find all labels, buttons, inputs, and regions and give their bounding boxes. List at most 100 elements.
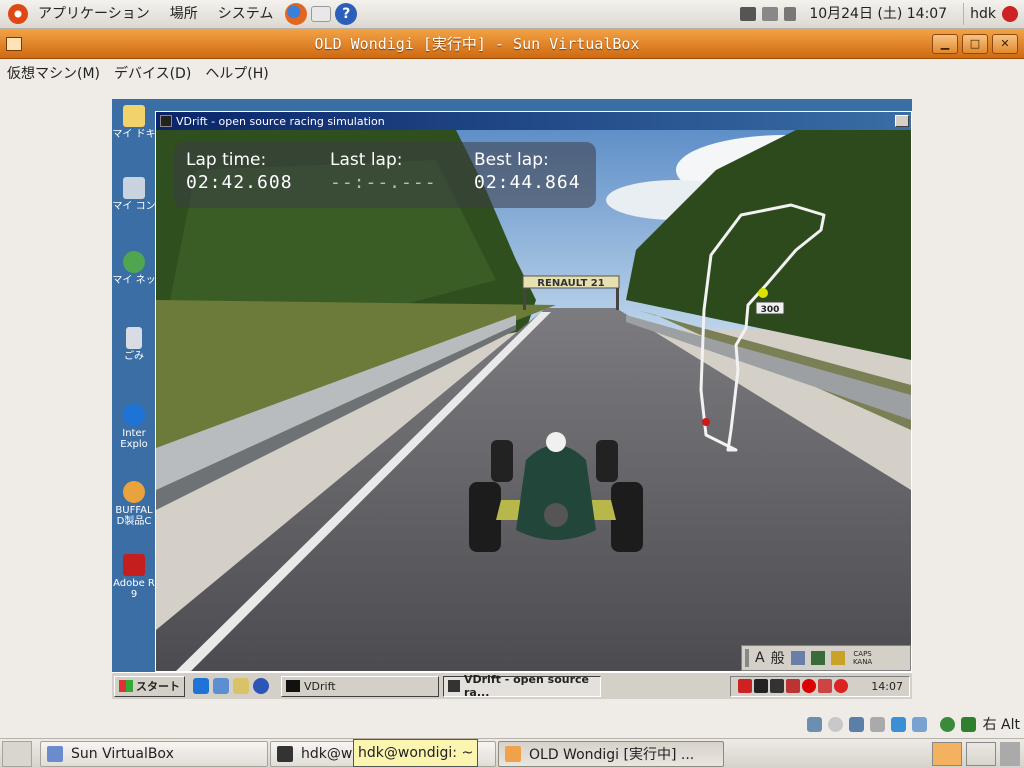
ubuntu-logo-icon[interactable] <box>8 4 28 24</box>
desktop-icon-adobe-reader[interactable]: Adobe R 9 <box>112 554 156 600</box>
battery-icon[interactable] <box>784 7 797 21</box>
tray-icon-4[interactable] <box>786 679 801 693</box>
trash-icon <box>126 327 142 349</box>
menu-machine[interactable]: 仮想マシン(M) <box>0 63 107 83</box>
guest-screen[interactable]: マイ ドキ マイ コン マイ ネッ ごみ Inter Explo BUFFAL … <box>112 99 912 699</box>
ime-help-icon[interactable] <box>830 651 845 665</box>
ime-tool-icon[interactable] <box>810 651 825 665</box>
game-viewport[interactable]: RENAULT 21 300 Lap time: 02:42.608 Last … <box>156 130 911 671</box>
desktop-icon-my-network[interactable]: マイ ネッ <box>112 251 156 286</box>
firefox-icon[interactable] <box>285 3 308 25</box>
ime-conversion-mode[interactable]: 般 <box>771 648 785 668</box>
outlook-quicklaunch-icon[interactable] <box>213 678 229 694</box>
menu-system[interactable]: システム <box>208 0 284 29</box>
taskbar-vdrift-console[interactable]: VDrift <box>281 675 439 697</box>
usb-icon[interactable] <box>869 716 885 732</box>
workspace-1[interactable] <box>932 741 962 766</box>
vdrift-window-icon[interactable] <box>160 115 172 127</box>
host-key-label: 右 Alt <box>982 717 1020 733</box>
vdrift-icon <box>448 680 460 692</box>
player-marker <box>758 288 768 298</box>
best-lap-value: 02:44.864 <box>474 172 581 193</box>
mail-icon[interactable] <box>311 6 332 22</box>
taskbar-old-wondigi[interactable]: OLD Wondigi [実行中] ... <box>498 740 724 767</box>
shared-folder-icon[interactable] <box>890 716 906 732</box>
desktop-quicklaunch-icon[interactable] <box>233 678 249 694</box>
computer-icon <box>123 177 145 199</box>
vdrift-window-title: VDrift - open source racing simulation <box>176 114 385 128</box>
workspace-switcher <box>928 741 1024 766</box>
gnome-top-panel: アプリケーション 場所 システム ? 10月24日 (土) 14:07 hdk <box>0 0 1024 29</box>
vbox-window-title: OLD Wondigi [実行中] - Sun VirtualBox <box>314 35 640 53</box>
adobe-icon <box>123 554 145 576</box>
vbox-window-icon[interactable] <box>6 36 22 51</box>
desktop-icon-internet-explorer[interactable]: Inter Explo <box>112 404 156 450</box>
maximize-button[interactable]: □ <box>962 33 988 54</box>
power-icon[interactable] <box>1002 6 1018 22</box>
clock[interactable]: 10月24日 (土) 14:07 <box>799 0 957 29</box>
hud-lap-time: Lap time: 02:42.608 <box>186 150 293 193</box>
ie-icon <box>123 404 145 426</box>
network-icon[interactable] <box>848 716 864 732</box>
display-icon[interactable] <box>911 716 927 732</box>
trash-applet-icon[interactable] <box>1000 741 1020 766</box>
desktop-icon-label: BUFFAL D製品C <box>115 505 153 527</box>
opponent-marker <box>702 418 710 426</box>
media-quicklaunch-icon[interactable] <box>253 678 269 694</box>
taskbar-sun-virtualbox[interactable]: Sun VirtualBox <box>40 740 268 767</box>
network-monitor-icon[interactable] <box>740 7 757 21</box>
caps-kana-indicator: CAPS KANA <box>852 650 873 666</box>
vdrift-close-button[interactable] <box>895 115 909 127</box>
vbox-statusbar: 右 Alt <box>804 712 1024 736</box>
desktop-icon-label: ごみ <box>124 351 144 362</box>
start-button[interactable]: スタート <box>114 675 185 697</box>
taskbar-vdrift-window[interactable]: VDrift - open source ra... <box>443 673 601 699</box>
menu-help[interactable]: ヘルプ(H) <box>198 63 275 83</box>
ime-grip-icon[interactable] <box>745 649 749 667</box>
rear-wheel-left <box>469 482 501 552</box>
banner-text: RENAULT 21 <box>537 278 604 289</box>
tray-icon-7[interactable] <box>834 679 849 693</box>
menu-applications[interactable]: アプリケーション <box>28 0 160 29</box>
tray-icon-5[interactable] <box>802 679 817 693</box>
mouse-integration-icon[interactable] <box>939 716 955 732</box>
vdrift-window[interactable]: VDrift - open source racing simulation R… <box>155 111 912 672</box>
tray-icon-1[interactable] <box>738 679 753 693</box>
last-lap-value: --:--.--- <box>330 172 437 193</box>
user-name[interactable]: hdk <box>970 6 996 22</box>
help-icon[interactable]: ? <box>335 3 358 25</box>
minimize-button[interactable]: ▁ <box>932 33 958 54</box>
desktop-icon-recycle-bin[interactable]: ごみ <box>112 327 156 362</box>
vbox-menubar: 仮想マシン(M) デバイス(D) ヘルプ(H) <box>0 59 1024 87</box>
close-button[interactable]: ✕ <box>992 33 1018 54</box>
printer-icon[interactable] <box>762 7 779 21</box>
show-desktop-button[interactable] <box>2 740 32 767</box>
menu-devices[interactable]: デバイス(D) <box>107 63 198 83</box>
workspace-2[interactable] <box>966 741 996 766</box>
rear-wheel-right <box>611 482 643 552</box>
desktop-icon-label: Adobe R 9 <box>113 578 155 600</box>
start-label: スタート <box>136 680 180 693</box>
hard-disk-icon[interactable] <box>806 716 822 732</box>
menu-places[interactable]: 場所 <box>160 0 208 29</box>
desktop-icon-label: マイ ネッ <box>112 275 156 286</box>
ime-pad-icon[interactable] <box>790 651 805 665</box>
windows-clock[interactable]: 14:07 <box>871 680 903 693</box>
ie-quicklaunch-icon[interactable] <box>193 678 209 694</box>
cd-icon[interactable] <box>827 716 843 732</box>
keyboard-capture-icon[interactable] <box>960 716 976 732</box>
desktop-icon-my-documents[interactable]: マイ ドキ <box>112 105 156 140</box>
desktop-icon-my-computer[interactable]: マイ コン <box>112 177 156 212</box>
vdrift-titlebar[interactable]: VDrift - open source racing simulation <box>156 112 911 130</box>
ime-language-bar[interactable]: A 般 CAPS KANA <box>741 645 911 671</box>
desktop-icon-label: Inter Explo <box>120 428 148 450</box>
vbox-window-titlebar[interactable]: OLD Wondigi [実行中] - Sun VirtualBox ▁ □ ✕ <box>0 29 1024 59</box>
tray-icon-2[interactable] <box>754 679 769 693</box>
folder-icon <box>123 105 145 127</box>
player-car <box>469 432 643 552</box>
panel-separator <box>963 3 965 25</box>
tray-icon-6[interactable] <box>818 679 833 693</box>
desktop-icon-buffalo[interactable]: BUFFAL D製品C <box>112 481 156 527</box>
tray-icon-3[interactable] <box>770 679 785 693</box>
ime-input-mode[interactable]: A <box>755 650 765 666</box>
